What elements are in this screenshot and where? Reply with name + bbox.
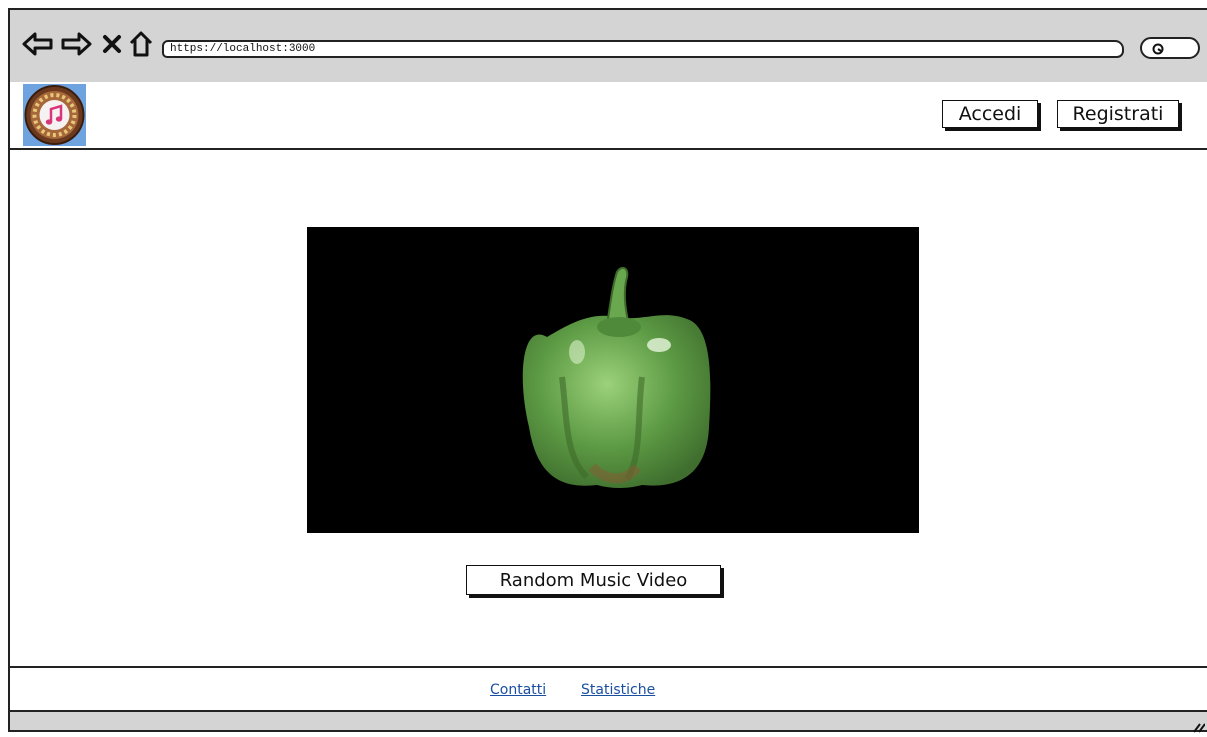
browser-search-field[interactable] bbox=[1140, 37, 1200, 59]
browser-status-bar bbox=[10, 712, 1207, 733]
search-icon bbox=[1151, 41, 1165, 60]
green-pepper-image bbox=[522, 266, 711, 488]
stop-x-icon[interactable] bbox=[102, 34, 122, 58]
site-footer: Contatti Statistiche bbox=[10, 666, 1207, 712]
login-button[interactable]: Accedi bbox=[942, 100, 1038, 128]
roulette-music-logo[interactable] bbox=[23, 84, 86, 146]
resize-grip-icon[interactable] bbox=[1191, 718, 1206, 737]
random-music-video-button[interactable]: Random Music Video bbox=[466, 565, 721, 595]
forward-arrow-icon[interactable] bbox=[60, 31, 92, 61]
back-arrow-icon[interactable] bbox=[22, 31, 54, 61]
url-bar[interactable]: https://localhost:3000 bbox=[162, 40, 1124, 58]
footer-link-contatti[interactable]: Contatti bbox=[490, 682, 546, 698]
browser-toolbar: https://localhost:3000 bbox=[10, 10, 1207, 84]
music-video-player[interactable] bbox=[307, 227, 919, 533]
site-header: Accedi Registrati bbox=[10, 82, 1207, 150]
footer-link-statistiche[interactable]: Statistiche bbox=[581, 682, 655, 698]
register-button[interactable]: Registrati bbox=[1057, 100, 1179, 128]
home-icon[interactable] bbox=[128, 30, 154, 62]
browser-window: https://localhost:3000 Accedi Registrati… bbox=[8, 8, 1207, 733]
